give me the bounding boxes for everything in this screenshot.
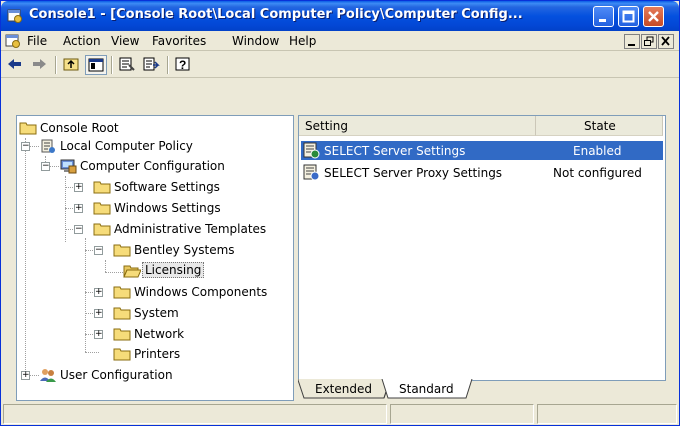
expand-toggle[interactable]: +	[94, 288, 103, 297]
help-button[interactable]: ?	[173, 55, 195, 75]
folder-icon	[113, 328, 131, 341]
mmc-app-icon	[7, 9, 22, 23]
setting-state: Enabled	[573, 144, 622, 158]
expand-toggle[interactable]: +	[74, 204, 83, 213]
list-row-select-server-proxy-settings[interactable]: SELECT Server Proxy Settings Not configu…	[301, 163, 663, 182]
menu-favorites[interactable]: Favorites	[152, 34, 206, 48]
child-window-icon[interactable]	[5, 33, 21, 49]
child-restore-button[interactable]	[641, 34, 657, 49]
policy-scroll-icon	[41, 139, 55, 153]
menu-file[interactable]: File	[27, 34, 47, 48]
folder-icon	[113, 244, 131, 257]
console-tree-pane[interactable]: Console Root − Local Computer Policy − C…	[16, 115, 294, 401]
folder-icon	[113, 286, 131, 299]
minimize-icon	[599, 19, 606, 22]
restore-icon	[644, 36, 654, 46]
open-folder-icon	[123, 265, 141, 278]
back-button[interactable]	[5, 55, 27, 75]
maximize-icon	[622, 10, 635, 23]
list-row-select-server-settings[interactable]: SELECT Server Settings Enabled	[301, 141, 663, 160]
properties-icon	[119, 57, 135, 71]
menu-help[interactable]: Help	[289, 34, 316, 48]
setting-state: Not configured	[553, 166, 642, 180]
details-pane[interactable]: Setting State SELECT Server Settings Ena…	[298, 115, 666, 381]
policy-setting-icon	[303, 142, 320, 159]
expand-toggle[interactable]: +	[94, 330, 103, 339]
folder-icon	[93, 202, 111, 215]
computer-icon	[60, 159, 77, 174]
collapse-toggle[interactable]: −	[74, 225, 83, 234]
expand-toggle[interactable]: +	[74, 183, 83, 192]
setting-name: SELECT Server Proxy Settings	[324, 166, 503, 180]
window-title: Console1 - [Console Root\Local Computer …	[29, 7, 523, 22]
properties-button[interactable]	[117, 55, 139, 75]
toolbar-separator	[111, 56, 113, 74]
folder-icon	[113, 307, 131, 320]
tab-extended[interactable]: Extended	[315, 382, 372, 396]
child-close-button[interactable]	[658, 34, 674, 49]
up-one-level-button[interactable]	[61, 55, 83, 75]
folder-icon	[93, 181, 111, 194]
minimize-icon	[628, 44, 635, 46]
menu-window[interactable]: Window	[232, 34, 279, 48]
export-list-button[interactable]	[141, 55, 163, 75]
minimize-button[interactable]	[593, 6, 614, 27]
close-icon	[648, 11, 659, 22]
forward-arrow-icon	[33, 59, 46, 69]
folder-icon	[19, 122, 37, 135]
toolbar-separator	[167, 56, 169, 74]
column-header-state[interactable]: State	[536, 116, 663, 136]
menu-view[interactable]: View	[111, 34, 139, 48]
mmc-window: Console1 - [Console Root\Local Computer …	[0, 0, 680, 426]
export-list-icon	[143, 57, 160, 71]
folder-icon	[113, 348, 131, 361]
status-pane-tertiary	[537, 404, 677, 424]
users-icon	[40, 369, 56, 382]
collapse-toggle[interactable]: −	[94, 246, 103, 255]
setting-name: SELECT Server Settings	[324, 144, 466, 158]
folder-icon	[93, 223, 111, 236]
menu-bar: File Action View Favorites Window Help	[1, 31, 679, 51]
close-button[interactable]	[643, 6, 664, 27]
status-pane-main	[3, 404, 387, 424]
expand-toggle[interactable]: +	[94, 309, 103, 318]
collapse-toggle[interactable]: −	[21, 142, 30, 151]
toolbar: ?	[1, 52, 679, 78]
svg-text:?: ?	[179, 58, 186, 72]
folder-up-icon	[63, 58, 79, 71]
expand-toggle[interactable]: +	[21, 371, 30, 380]
back-arrow-icon	[8, 59, 21, 69]
status-pane-secondary	[390, 404, 534, 424]
column-header-setting[interactable]: Setting	[299, 116, 536, 136]
close-icon	[661, 36, 670, 46]
menu-action[interactable]: Action	[63, 34, 101, 48]
toolbar-separator	[55, 56, 57, 74]
help-icon: ?	[175, 57, 190, 72]
show-hide-tree-button[interactable]	[85, 55, 107, 75]
tab-standard[interactable]: Standard	[399, 382, 454, 396]
forward-button[interactable]	[29, 55, 51, 75]
maximize-button[interactable]	[618, 6, 639, 27]
policy-setting-icon	[303, 164, 320, 181]
title-bar[interactable]: Console1 - [Console Root\Local Computer …	[1, 1, 679, 31]
status-bar	[1, 402, 679, 425]
collapse-toggle[interactable]: −	[41, 162, 50, 171]
child-minimize-button[interactable]	[624, 34, 640, 49]
console-tree-icon	[88, 58, 104, 72]
